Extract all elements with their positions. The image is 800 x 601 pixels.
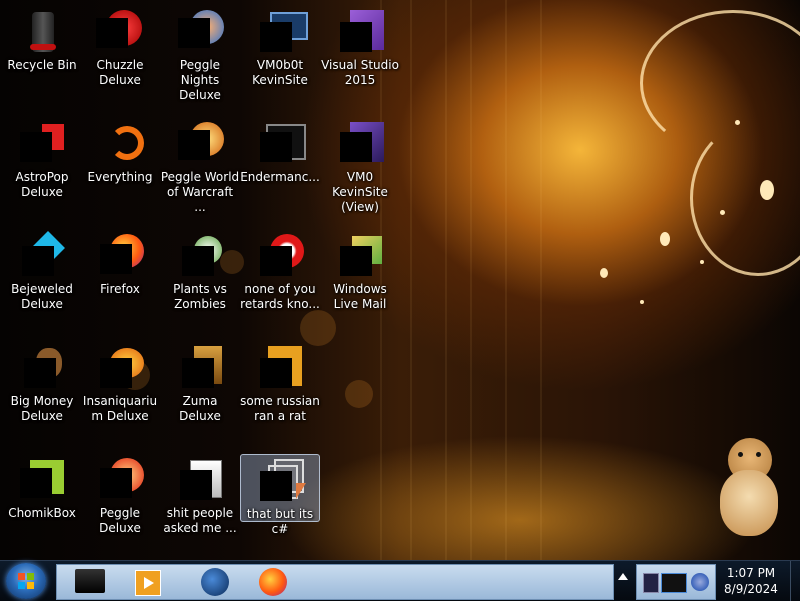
desktop-icon-chomikbox[interactable]: ChomikBox <box>0 450 84 558</box>
clock[interactable]: 1:07 PM 8/9/2024 <box>716 565 786 599</box>
shortcut-copy-icon <box>256 457 306 505</box>
zuma-icon <box>176 344 224 392</box>
desktop-icon-that-but-c-sharp[interactable]: that but its c# <box>240 454 320 536</box>
desktop-icon-bejeweled[interactable]: Bejeweled Deluxe <box>0 226 84 334</box>
astropop-icon <box>18 120 66 168</box>
desktop-icon-recycle-bin[interactable]: Recycle Bin <box>0 2 84 110</box>
desktop-icon-astropop[interactable]: AstroPop Deluxe <box>0 114 84 222</box>
show-desktop-button[interactable] <box>790 561 800 601</box>
desktop-icon-russian-rat[interactable]: some russian ran a rat <box>238 338 322 446</box>
desktop-icon-pvz[interactable]: Plants vs Zombies <box>158 226 242 334</box>
firefox-icon <box>96 232 144 280</box>
desktop-icon-peggle[interactable]: Peggle Deluxe <box>78 450 162 558</box>
clock-date: 8/9/2024 <box>724 582 778 596</box>
hamster-image <box>718 438 780 538</box>
insaniquarium-icon <box>96 344 144 392</box>
desktop-icon-peggle-wow[interactable]: Peggle World of Warcraft ... <box>158 114 242 222</box>
folder-icon <box>176 456 224 504</box>
desktop-icon-none-of-you[interactable]: none of you retards kno... <box>238 226 322 334</box>
taskbar-item-firefox[interactable] <box>251 567 295 597</box>
desktop-icon-endermanc[interactable]: Endermanc... <box>238 114 322 222</box>
desktop-icon-everything[interactable]: Everything <box>78 114 162 222</box>
desktop-icon-shit-people[interactable]: shit people asked me ... <box>158 450 242 558</box>
chuzzle-icon <box>96 8 144 56</box>
monitor-icon[interactable] <box>661 573 687 593</box>
network-icon[interactable] <box>643 573 659 593</box>
desktop-icon-windows-live-mail[interactable]: Windows Live Mail <box>318 226 402 334</box>
plants-vs-zombies-icon <box>176 232 224 280</box>
firefox-icon <box>259 568 287 596</box>
document-icon <box>256 344 304 392</box>
visual-studio-icon <box>336 8 384 56</box>
vm-view-icon <box>336 120 384 168</box>
peggle-icon <box>96 456 144 504</box>
desktop-app-icon <box>75 569 105 593</box>
desktop-icon-vm0b0t[interactable]: VM0b0t KevinSite <box>238 2 322 110</box>
system-tray <box>636 564 716 600</box>
desktop-icon-vm0-view[interactable]: VM0 KevinSite (View) <box>318 114 402 222</box>
cursor-icon <box>296 483 306 499</box>
edge-icon[interactable] <box>691 573 709 591</box>
taskbar-item-media-player[interactable] <box>127 567 171 597</box>
globe-icon <box>201 568 229 596</box>
taskbar-item-globe[interactable] <box>193 567 237 597</box>
chomikbox-icon <box>18 456 66 504</box>
recycle-bin-icon <box>18 8 66 56</box>
desktop-icon-firefox[interactable]: Firefox <box>78 226 162 334</box>
desktop-icon-insaniquarium[interactable]: Insaniquarium Deluxe <box>78 338 162 446</box>
show-hidden-icons-button[interactable] <box>618 573 628 580</box>
windows-start-icon <box>18 573 34 589</box>
big-money-icon <box>18 344 66 392</box>
desktop-icon-big-money[interactable]: Big Money Deluxe <box>0 338 84 446</box>
windows-live-mail-icon <box>336 232 384 280</box>
start-button[interactable] <box>6 563 46 599</box>
red-app-icon <box>256 232 304 280</box>
media-player-icon <box>135 570 161 596</box>
clock-time: 1:07 PM <box>726 566 776 580</box>
taskbar-item-desktop-app[interactable] <box>69 567 113 597</box>
taskbar-pinned-area <box>56 564 614 600</box>
desktop-icon-chuzzle[interactable]: Chuzzle Deluxe <box>78 2 162 110</box>
terminal-icon <box>256 120 306 168</box>
peggle-wow-icon <box>176 120 224 168</box>
desktop-icon-visual-studio[interactable]: Visual Studio 2015 <box>318 2 402 110</box>
bejeweled-icon <box>18 231 66 280</box>
taskbar: 1:07 PM 8/9/2024 <box>0 560 800 601</box>
desktop-icon-peggle-nights[interactable]: Peggle Nights Deluxe <box>158 2 242 110</box>
everything-search-icon <box>96 120 144 168</box>
desktop-icon-zuma[interactable]: Zuma Deluxe <box>158 338 242 446</box>
peggle-nights-icon <box>176 8 224 56</box>
vm-monitor-icon <box>256 8 308 56</box>
